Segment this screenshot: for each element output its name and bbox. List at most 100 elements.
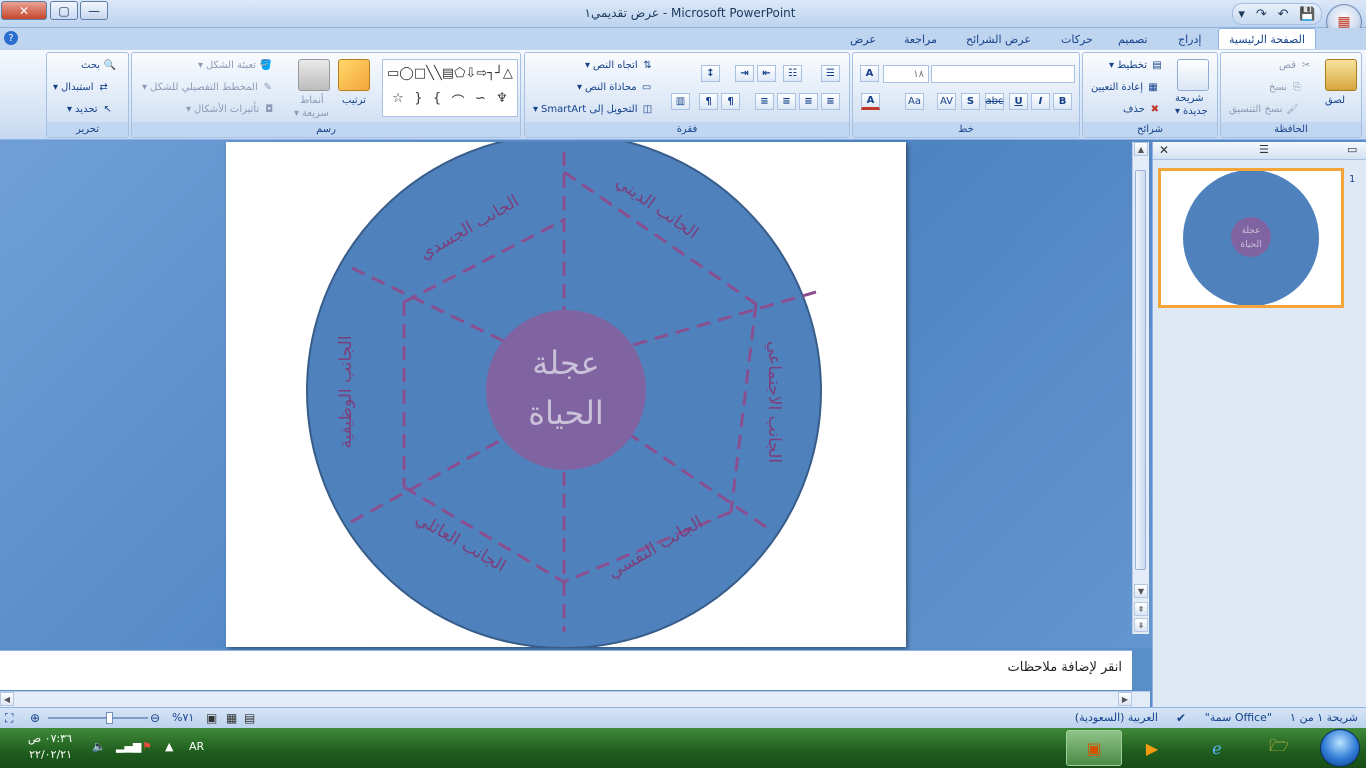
bold-button[interactable]: B [1053,93,1072,110]
brace-shape-icon[interactable]: } [414,91,422,110]
system-clock[interactable]: ٠٧:٣٦ ص ٢٢/٠٢/٢١ [10,731,72,763]
increase-indent-button[interactable]: ⇥ [735,65,754,82]
volume-icon[interactable]: 🔈 [92,740,106,753]
oval-shape-icon[interactable]: ◯ [399,66,414,81]
freeform-shape-icon[interactable]: ♆ [496,91,508,110]
align-left-button[interactable]: ≡ [777,93,796,110]
line-spacing-button[interactable]: ↕ [701,65,720,82]
tab-design[interactable]: تصميم [1108,30,1158,49]
help-icon[interactable]: ? [4,31,18,45]
align-right-button[interactable]: ≡ [821,93,840,110]
notes-placeholder[interactable]: انقر لإضافة ملاحظات [1008,660,1122,675]
justify-button[interactable]: ≡ [755,93,774,110]
columns-button[interactable]: ▥ [671,93,690,110]
next-slide-button[interactable]: ⇟ [1134,618,1148,632]
font-color-button[interactable]: A [861,93,880,110]
slides-tab-icon[interactable]: ▭ [1347,143,1357,156]
change-case-button[interactable]: Aa [905,93,924,110]
tab-slideshow[interactable]: عرض الشرائح [956,30,1041,49]
scroll-left-button[interactable]: ◀ [0,692,14,706]
network-icon[interactable]: ▂▄▆ [116,740,141,753]
text-direction-button[interactable]: ⇅ اتجاه النص ▾ [585,59,655,72]
outline-tab-icon[interactable]: ☰ [1259,143,1269,156]
slide-sorter-icon[interactable]: ▦ [226,711,237,725]
scroll-up-button[interactable]: ▲ [1134,142,1148,156]
save-icon[interactable]: 💾 [1299,7,1315,22]
spacing-button[interactable]: AV [937,93,956,110]
scroll-down-button[interactable]: ▼ [1134,584,1148,598]
replace-button[interactable]: ⇄ استبدال ▾ [53,81,111,94]
close-button[interactable]: ✕ [1,1,47,20]
media-player-taskbar-icon[interactable]: ▶ [1128,730,1176,766]
square-shape-icon[interactable]: □ [414,66,426,81]
fit-to-window-icon[interactable]: ⛶ [5,711,13,726]
horizontal-scrollbar[interactable]: ◀ ▶ [0,691,1150,707]
spelling-check-icon[interactable]: ✔ [1176,711,1186,725]
customize-qat-icon[interactable]: ▾ [1238,7,1245,22]
start-button[interactable] [1320,729,1360,767]
elbow-shape-icon[interactable]: ┘ [495,66,503,81]
scroll-thumb[interactable] [1135,170,1146,570]
zoom-level[interactable]: %٧١ [172,711,194,724]
action-center-icon[interactable]: ⚑ [142,740,152,753]
align-center-button[interactable]: ≡ [799,93,818,110]
life-wheel-diagram[interactable]: عجلة الحياة الجانب الديني الجانب الجسدي … [226,133,906,649]
delete-slide-button[interactable]: ✖ حذف [1123,103,1162,116]
italic-button[interactable]: I [1031,93,1050,110]
shape-effects-button[interactable]: ◘ تأثيرات الأشكال ▾ [186,103,276,116]
arrange-button[interactable]: ترتيب [342,95,366,106]
slideshow-view-icon[interactable]: ▤ [244,711,255,725]
powerpoint-taskbar-icon[interactable]: ▣ [1066,730,1122,766]
tab-review[interactable]: مراجعة [894,30,947,49]
brace-shape-icon[interactable]: { [433,91,441,110]
tab-insert[interactable]: إدراج [1168,30,1211,49]
center-circle[interactable] [486,310,646,470]
redo-icon[interactable]: ↷ [1256,7,1267,22]
arrow-down-shape-icon[interactable]: ⇩ [465,66,476,81]
tab-home[interactable]: الصفحة الرئيسية [1218,28,1316,49]
quick-styles-button[interactable]: أنماط [300,95,324,106]
new-slide-button-line2[interactable]: جديدة ▾ [1175,106,1208,117]
bullets-button[interactable]: ☰ [821,65,840,82]
shadow-button[interactable]: S [961,93,980,110]
triangle-shape-icon[interactable]: △ [503,66,513,81]
ie-taskbar-icon[interactable]: ℯ [1193,730,1241,766]
language-status[interactable]: العربية (السعودية) [1075,711,1158,724]
align-text-button[interactable]: ▭ محاذاة النص ▾ [577,81,654,94]
decrease-indent-button[interactable]: ⇤ [757,65,776,82]
show-hidden-icons-icon[interactable]: ▲ [165,740,173,753]
zoom-out-icon[interactable]: ⊖ [150,711,160,725]
shape-fill-button[interactable]: 🪣 تعبئة الشكل ▾ [198,59,273,72]
line-shape-icon[interactable]: ╲ [434,66,442,81]
notes-pane[interactable] [0,650,1132,690]
quick-styles-icon[interactable] [298,59,330,91]
textbox-shape-icon[interactable]: ▤ [442,66,454,81]
numbering-button[interactable]: ☷ [783,65,802,82]
find-button[interactable]: 🔍 بحث [81,59,117,72]
arrange-icon[interactable] [338,59,370,91]
rtl-button[interactable]: ¶ [721,93,740,110]
input-language[interactable]: AR [189,740,204,753]
new-slide-icon[interactable] [1177,59,1209,91]
pentagon-shape-icon[interactable]: ⬠ [454,66,465,81]
explorer-taskbar-icon[interactable]: 🗁 [1255,730,1303,766]
slide-canvas[interactable]: عجلة الحياة الجانب الديني الجانب الجسدي … [226,133,906,649]
select-button[interactable]: ↖ تحديد ▾ [67,103,115,116]
zoom-slider[interactable] [48,717,148,719]
font-name-input[interactable] [931,65,1075,83]
smartart-button[interactable]: ◫ التحويل إلى SmartArt ▾ [533,103,655,116]
slide-thumbnail[interactable]: عجلة الحياة [1158,168,1344,308]
shapes-gallery[interactable]: ▭ ◯ □ ╲ ╲ ▤ ⬠ ⇩ ⇨ ┐ ┘ △ ☆}{⌒ ∽ ♆ [382,59,518,117]
font-size-input[interactable]: ١٨ [883,65,929,83]
line-shape-icon[interactable]: ╲ [426,66,434,81]
curve-shape-icon[interactable]: ∽ [475,91,486,110]
arrow-right-shape-icon[interactable]: ⇨ [476,66,487,81]
close-panel-icon[interactable]: ✕ [1159,143,1169,157]
underline-button[interactable]: U [1009,93,1028,110]
previous-slide-button[interactable]: ⇞ [1134,602,1148,616]
undo-icon[interactable]: ↶ [1278,7,1289,22]
normal-view-icon[interactable]: ▣ [206,711,217,725]
star-shape-icon[interactable]: ☆ [392,91,404,110]
quick-styles-button-line2[interactable]: سريعة ▾ [294,108,329,119]
format-painter-button[interactable]: 🖌 نسخ التنسيق [1229,103,1299,116]
